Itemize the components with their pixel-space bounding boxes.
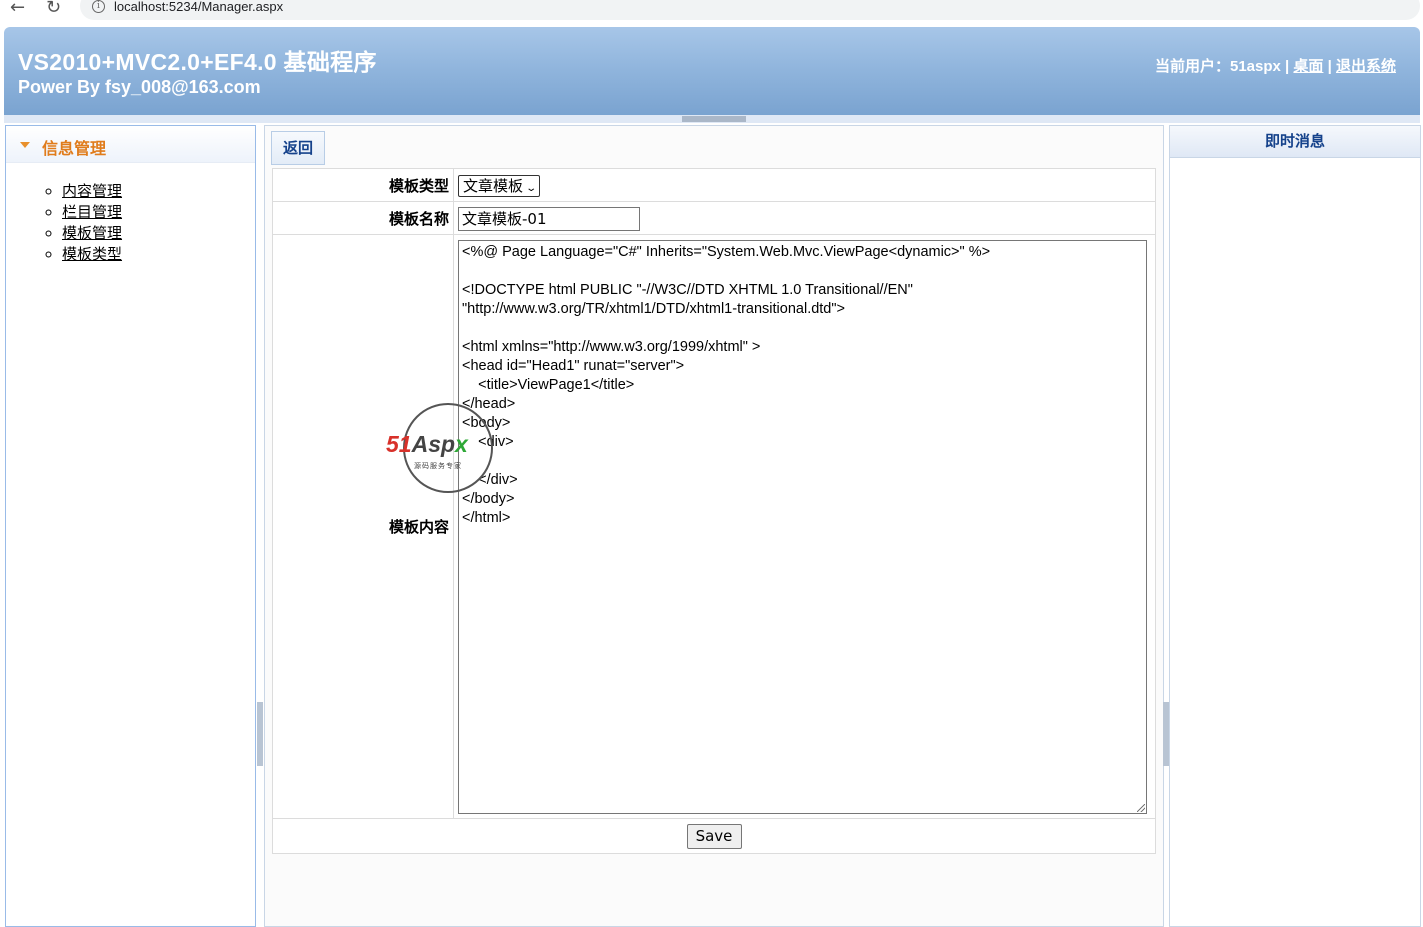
- instant-message-panel: 即时消息: [1169, 125, 1421, 927]
- back-button[interactable]: 返回: [271, 131, 325, 165]
- expand-triangle-icon[interactable]: [20, 142, 30, 148]
- template-name-input[interactable]: 文章模板-01: [458, 207, 640, 231]
- sidebar-title[interactable]: 信息管理: [42, 135, 106, 159]
- sidebar-header[interactable]: 信息管理: [6, 126, 255, 163]
- url-text[interactable]: localhost:5234/Manager.aspx: [114, 0, 283, 14]
- template-content-label: 模板内容: [272, 234, 454, 819]
- template-type-select[interactable]: 文章模板 ⌄: [458, 175, 541, 197]
- sidebar-link-template[interactable]: 模板管理: [62, 224, 122, 242]
- app-subtitle: Power By fsy_008@163.com: [18, 77, 261, 97]
- site-info-icon[interactable]: i: [92, 0, 105, 13]
- save-button[interactable]: Save: [686, 823, 742, 849]
- template-name-label: 模板名称: [272, 201, 454, 235]
- sidebar-link-template-type[interactable]: 模板类型: [62, 245, 122, 263]
- browser-toolbar: ← ↻ i localhost:5234/Manager.aspx: [0, 0, 1423, 24]
- sidebar-item-column: 栏目管理: [62, 202, 255, 223]
- template-type-label: 模板类型: [272, 168, 454, 202]
- link-separator: |: [1323, 58, 1336, 75]
- sidebar: 信息管理 内容管理 栏目管理 模板管理 模板类型: [5, 125, 256, 927]
- template-form: 模板类型 文章模板 ⌄ 模板名称 文章模板-01 模板内容 <%@ Page La…: [272, 168, 1156, 854]
- sidebar-link-content[interactable]: 内容管理: [62, 182, 122, 200]
- app-title: VS2010+MVC2.0+EF4.0 基础程序: [18, 49, 377, 75]
- reload-icon[interactable]: ↻: [46, 0, 61, 17]
- collapse-handle[interactable]: [682, 116, 746, 122]
- left-splitter-handle[interactable]: [257, 702, 263, 766]
- main-content: 返回 模板类型 文章模板 ⌄ 模板名称 文章模板-01 模板内容 <%@ Page…: [264, 125, 1164, 927]
- app-header: VS2010+MVC2.0+EF4.0 基础程序 Power By fsy_00…: [4, 27, 1420, 115]
- instant-message-title: 即时消息: [1170, 126, 1420, 158]
- template-type-value: 文章模板: [463, 177, 524, 195]
- template-content-text: <%@ Page Language="C#" Inherits="System.…: [462, 244, 991, 526]
- chevron-down-icon: ⌄: [525, 183, 538, 194]
- user-info: 当前用户：51aspx | 桌面 | 退出系统: [1155, 55, 1396, 76]
- sidebar-link-column[interactable]: 栏目管理: [62, 203, 122, 221]
- desktop-link[interactable]: 桌面: [1293, 58, 1323, 75]
- sidebar-item-content: 内容管理: [62, 181, 255, 202]
- sidebar-item-template: 模板管理: [62, 223, 255, 244]
- sidebar-menu: 内容管理 栏目管理 模板管理 模板类型: [6, 181, 255, 265]
- sidebar-item-template-type: 模板类型: [62, 244, 255, 265]
- logout-link[interactable]: 退出系统: [1336, 58, 1396, 75]
- resize-grip-icon[interactable]: [1137, 804, 1145, 812]
- template-content-textarea[interactable]: <%@ Page Language="C#" Inherits="System.…: [458, 240, 1147, 814]
- back-arrow-icon[interactable]: ←: [10, 0, 25, 17]
- current-user-label: 当前用户：51aspx |: [1155, 58, 1294, 75]
- header-splitter[interactable]: [4, 115, 1420, 123]
